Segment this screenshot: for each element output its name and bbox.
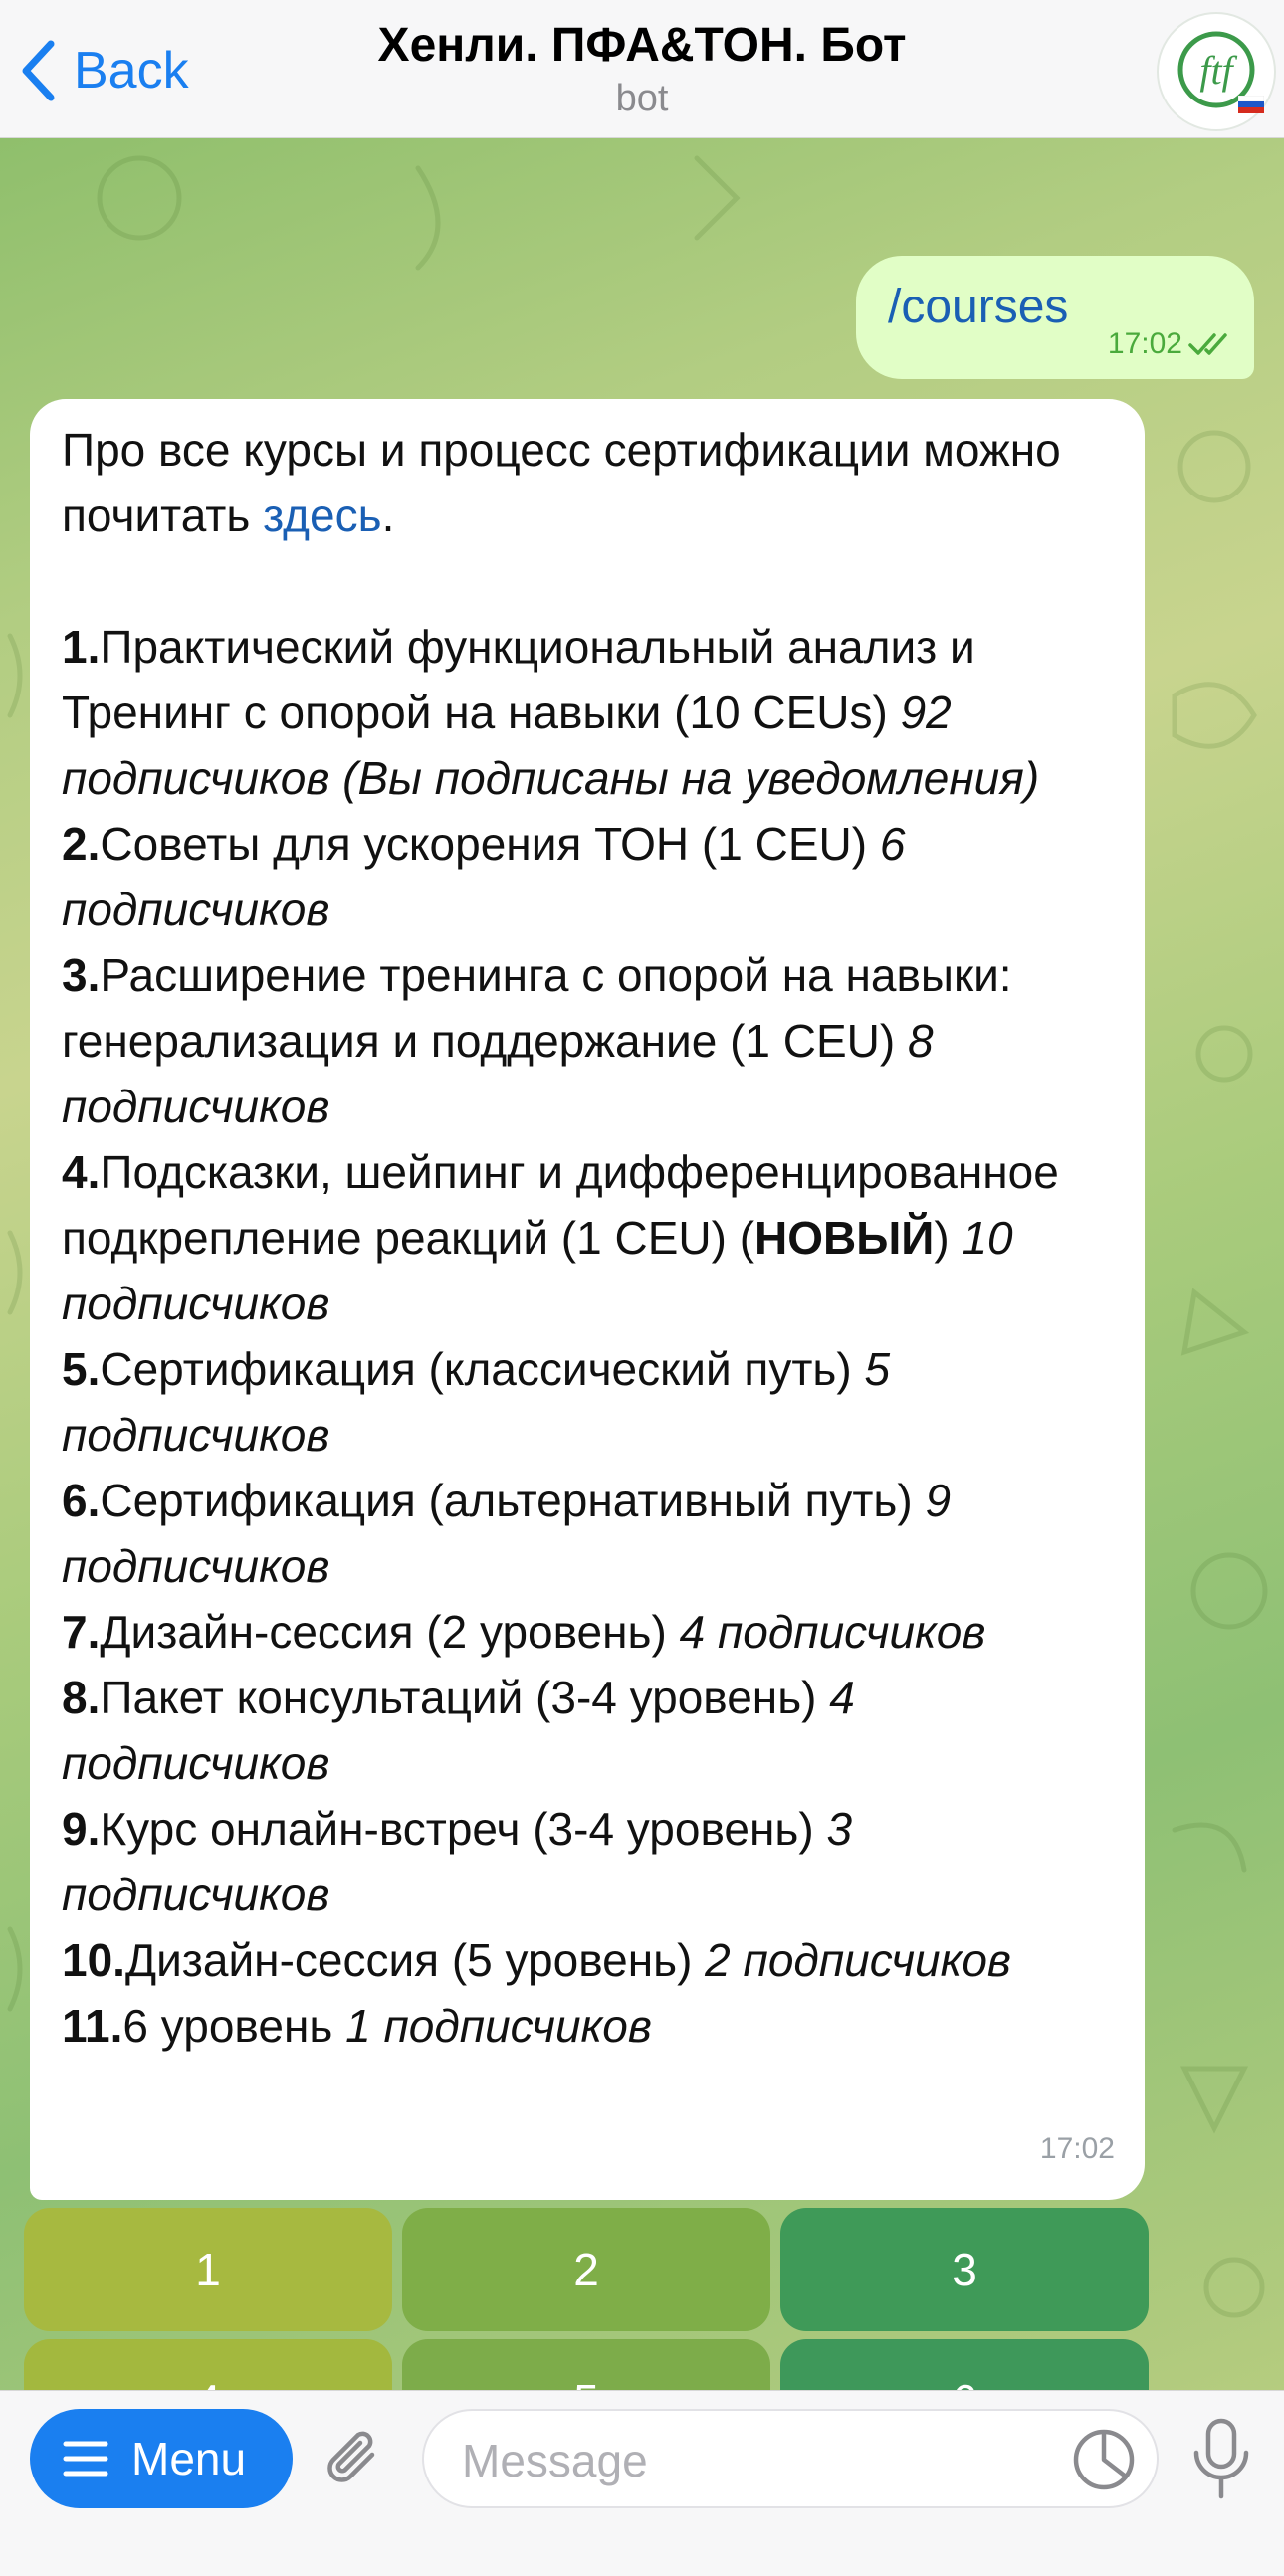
intro-end: . (381, 490, 395, 541)
keyboard-button-3[interactable]: 3 (780, 2208, 1149, 2331)
course-title: Пакет консультаций (3-4 уровень) (100, 1672, 830, 1723)
course-title-end: ) (934, 1212, 963, 1264)
course-title: Сертификация (классический путь) (100, 1343, 865, 1395)
course-number: 1. (62, 621, 101, 673)
course-number: 4. (62, 1146, 101, 1198)
chat-title[interactable]: Хенли. ПФА&ТОН. Бот (299, 18, 985, 73)
course-item: 2.Советы для ускорения ТОН (1 CEU) 6 под… (62, 811, 1115, 942)
chevron-left-icon (22, 40, 55, 101)
course-number: 6. (62, 1475, 101, 1526)
keyboard-button-2[interactable]: 2 (402, 2208, 770, 2331)
course-title: Дизайн-сессия (5 уровень) (124, 1934, 706, 1986)
intro-text: Про все курсы и процесс сертификации мож… (62, 424, 1061, 541)
flag-icon (1238, 96, 1264, 113)
double-check-icon (1188, 333, 1227, 355)
course-item: 9.Курс онлайн-встреч (3-4 уровень) 3 под… (62, 1796, 1115, 1927)
bot-avatar[interactable]: ftf (1157, 12, 1276, 131)
keyboard-button-5[interactable]: 5 (402, 2339, 770, 2390)
menu-label: Menu (131, 2433, 247, 2484)
course-number: 11. (62, 2000, 123, 2052)
course-item: 5.Сертификация (классический путь) 5 под… (62, 1336, 1115, 1468)
course-number: 10. (62, 1934, 125, 1986)
back-button[interactable]: Back (20, 36, 189, 105)
chat-subtitle: bot (615, 78, 669, 119)
message-field[interactable] (422, 2409, 1159, 2508)
course-item: 10.Дизайн-сессия (5 уровень) 2 подписчик… (62, 1927, 1115, 1993)
course-number: 3. (62, 949, 101, 1001)
outgoing-meta: 17:02 (1108, 327, 1232, 361)
course-title: Расширение тренинга с опорой на навыки: … (62, 949, 1012, 1067)
keyboard-button-6[interactable]: 6 (780, 2339, 1149, 2390)
course-item: 1.Практический функциональный анализ и Т… (62, 614, 1115, 811)
empty-line (62, 548, 1115, 614)
sticker-icon[interactable] (1071, 2427, 1137, 2492)
course-item: 6.Сертификация (альтернативный путь) 9 п… (62, 1468, 1115, 1599)
course-item: 4.Подсказки, шейпинг и дифференцированно… (62, 1139, 1115, 1336)
course-subscribers: 2 подписчиков (705, 1934, 1011, 1986)
menu-button[interactable]: Menu (30, 2409, 293, 2508)
course-title: 6 уровень (122, 2000, 346, 2052)
course-title: Советы для ускорения ТОН (1 CEU) (100, 818, 880, 870)
course-item: 11.6 уровень 1 подписчиков (62, 1993, 1115, 2059)
incoming-message[interactable]: Про все курсы и процесс сертификации мож… (30, 399, 1145, 2200)
incoming-time: 17:02 (1039, 2132, 1115, 2165)
message-input[interactable] (460, 2425, 1061, 2496)
course-subscribers: 1 подписчиков (345, 2000, 652, 2052)
course-title: Практический функциональный анализ и Тре… (62, 621, 975, 738)
chat-header: Back Хенли. ПФА&ТОН. Бот bot ftf (0, 0, 1284, 138)
course-item: 7.Дизайн-сессия (2 уровень) 4 подписчико… (62, 1599, 1115, 1665)
course-number: 9. (62, 1803, 101, 1855)
chat-area[interactable]: /courses 17:02 Про все курсы и процесс с… (0, 138, 1284, 2390)
hamburger-icon (63, 2441, 108, 2477)
back-label: Back (74, 42, 189, 99)
course-title: Курс онлайн-встреч (3-4 уровень) (100, 1803, 827, 1855)
course-title: Сертификация (альтернативный путь) (100, 1475, 926, 1526)
course-number: 7. (62, 1606, 101, 1658)
paperclip-icon[interactable] (321, 2425, 392, 2496)
course-subscribers: 4 подписчиков (679, 1606, 986, 1658)
course-item: 3.Расширение тренинга с опорой на навыки… (62, 942, 1115, 1139)
new-badge: НОВЫЙ (754, 1212, 935, 1264)
course-number: 5. (62, 1343, 101, 1395)
outgoing-message[interactable]: /courses 17:02 (856, 256, 1254, 379)
svg-text:ftf: ftf (1199, 48, 1237, 93)
intro-paragraph: Про все курсы и процесс сертификации мож… (62, 417, 1115, 548)
microphone-icon[interactable] (1186, 2417, 1256, 2502)
course-title: Дизайн-сессия (2 уровень) (100, 1606, 680, 1658)
input-bar: Menu (0, 2390, 1284, 2576)
outgoing-time: 17:02 (1107, 327, 1182, 360)
keyboard-button-4[interactable]: 4 (24, 2339, 392, 2390)
course-number: 8. (62, 1672, 101, 1723)
keyboard-button-1[interactable]: 1 (24, 2208, 392, 2331)
course-number: 2. (62, 818, 101, 870)
info-link[interactable]: здесь (263, 490, 381, 541)
outgoing-command-link[interactable]: /courses (888, 280, 1068, 334)
course-item: 8.Пакет консультаций (3-4 уровень) 4 под… (62, 1665, 1115, 1796)
